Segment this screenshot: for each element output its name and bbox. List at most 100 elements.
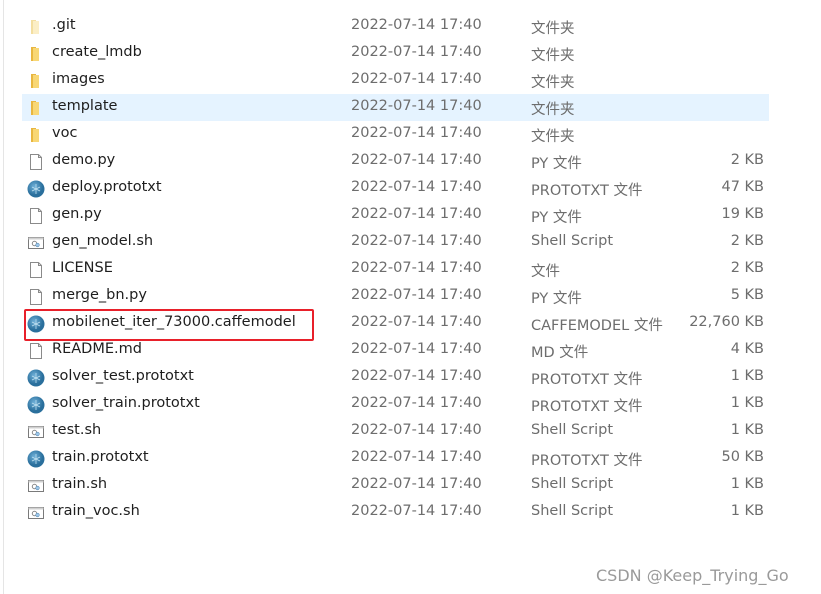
file-row[interactable]: deploy.prototxt 2022-07-14 17:40 PROTOTXT …: [22, 175, 769, 202]
file-name: images: [52, 71, 105, 87]
file-date: 2022-07-14 17:40: [351, 503, 482, 519]
folder-icon: [27, 72, 45, 90]
file-date: 2022-07-14 17:40: [351, 476, 482, 492]
file-type: 文件夹: [531, 129, 575, 145]
file-date: 2022-07-14 17:40: [351, 341, 482, 357]
file-type: 文件: [531, 264, 560, 280]
file-type: Shell Script: [531, 476, 614, 492]
file-row[interactable]: images 2022-07-14 17:40 文件夹: [22, 67, 769, 94]
file-date: 2022-07-14 17:40: [351, 260, 482, 276]
file-type: PROTOTXT 文件: [531, 183, 643, 199]
file-date: 2022-07-14 17:40: [351, 71, 482, 87]
file-size: 47 KB: [721, 179, 764, 195]
file-type: PY 文件: [531, 210, 582, 226]
file-date: 2022-07-14 17:40: [351, 314, 482, 330]
file-row[interactable]: test.sh 2022-07-14 17:40 Shell Script 1 KB: [22, 418, 769, 445]
file-name: merge_bn.py: [52, 287, 147, 303]
file-date: 2022-07-14 17:40: [351, 233, 482, 249]
highlight-box: [24, 309, 314, 341]
file-type: 文件夹: [531, 48, 575, 64]
file-name: gen_model.sh: [52, 233, 154, 249]
file-list: .git 2022-07-14 17:40 文件夹 create_lmdb 2022-0…: [22, 13, 769, 526]
file-name: README.md: [52, 341, 142, 357]
file-name: voc: [52, 125, 78, 141]
file-date: 2022-07-14 17:40: [351, 44, 482, 60]
file-row[interactable]: create_lmdb 2022-07-14 17:40 文件夹: [22, 40, 769, 67]
script-icon: [27, 423, 45, 441]
file-size: 2 KB: [730, 260, 764, 276]
file-date: 2022-07-14 17:40: [351, 152, 482, 168]
file-date: 2022-07-14 17:40: [351, 287, 482, 303]
file-row[interactable]: train.prototxt 2022-07-14 17:40 PROTOTXT 文…: [22, 445, 769, 472]
file-date: 2022-07-14 17:40: [351, 422, 482, 438]
file-size: 2 KB: [730, 152, 764, 168]
file-row[interactable]: solver_test.prototxt 2022-07-14 17:40 PROT…: [22, 364, 769, 391]
file-icon: [27, 153, 45, 171]
file-row[interactable]: template 2022-07-14 17:40 文件夹: [22, 94, 769, 121]
file-row[interactable]: gen.py 2022-07-14 17:40 PY 文件 19 KB: [22, 202, 769, 229]
file-type: 文件夹: [531, 102, 575, 118]
file-date: 2022-07-14 17:40: [351, 98, 482, 114]
file-date: 2022-07-14 17:40: [351, 368, 482, 384]
file-row[interactable]: demo.py 2022-07-14 17:40 PY 文件 2 KB: [22, 148, 769, 175]
file-type: PROTOTXT 文件: [531, 399, 643, 415]
file-name: solver_train.prototxt: [52, 395, 200, 411]
folder-icon: [27, 45, 45, 63]
folder-icon: [27, 126, 45, 144]
window-edge: [3, 0, 4, 594]
file-row[interactable]: train.sh 2022-07-14 17:40 Shell Script 1 KB: [22, 472, 769, 499]
folder-icon: [27, 99, 45, 117]
file-name: test.sh: [52, 422, 102, 438]
file-size: 1 KB: [730, 422, 764, 438]
file-name: LICENSE: [52, 260, 113, 276]
file-name: .git: [52, 17, 76, 33]
file-type: CAFFEMODEL 文件: [531, 318, 663, 334]
file-size: 2 KB: [730, 233, 764, 249]
file-type: PROTOTXT 文件: [531, 453, 643, 469]
file-name: train.sh: [52, 476, 108, 492]
file-row[interactable]: voc 2022-07-14 17:40 文件夹: [22, 121, 769, 148]
file-date: 2022-07-14 17:40: [351, 395, 482, 411]
file-type: Shell Script: [531, 422, 614, 438]
folder-light-icon: [27, 18, 45, 36]
file-name: demo.py: [52, 152, 116, 168]
file-type: 文件夹: [531, 21, 575, 37]
file-size: 19 KB: [721, 206, 764, 222]
file-size: 22,760 KB: [689, 314, 764, 330]
file-size: 1 KB: [730, 368, 764, 384]
file-row[interactable]: train_voc.sh 2022-07-14 17:40 Shell Script…: [22, 499, 769, 526]
file-size: 1 KB: [730, 503, 764, 519]
file-size: 5 KB: [730, 287, 764, 303]
file-type: 文件夹: [531, 75, 575, 91]
file-row[interactable]: solver_train.prototxt 2022-07-14 17:40 PRO…: [22, 391, 769, 418]
file-size: 4 KB: [730, 341, 764, 357]
script-icon: [27, 477, 45, 495]
file-icon: [27, 342, 45, 360]
globe-file-icon: [27, 396, 45, 414]
globe-file-icon: [27, 369, 45, 387]
globe-file-icon: [27, 180, 45, 198]
file-row[interactable]: merge_bn.py 2022-07-14 17:40 PY 文件 5 KB: [22, 283, 769, 310]
file-icon: [27, 288, 45, 306]
file-date: 2022-07-14 17:40: [351, 179, 482, 195]
script-icon: [27, 234, 45, 252]
file-name: create_lmdb: [52, 44, 142, 60]
file-date: 2022-07-14 17:40: [351, 125, 482, 141]
file-icon: [27, 207, 45, 225]
file-icon: [27, 261, 45, 279]
file-size: 1 KB: [730, 476, 764, 492]
watermark: CSDN @Keep_Trying_Go: [596, 566, 789, 585]
file-name: gen.py: [52, 206, 102, 222]
file-type: MD 文件: [531, 345, 589, 361]
file-name: train_voc.sh: [52, 503, 140, 519]
file-type: PY 文件: [531, 291, 582, 307]
file-row[interactable]: LICENSE 2022-07-14 17:40 文件 2 KB: [22, 256, 769, 283]
file-type: PY 文件: [531, 156, 582, 172]
globe-file-icon: [27, 450, 45, 468]
file-row[interactable]: .git 2022-07-14 17:40 文件夹: [22, 13, 769, 40]
file-type: Shell Script: [531, 233, 614, 249]
file-row[interactable]: gen_model.sh 2022-07-14 17:40 Shell Script…: [22, 229, 769, 256]
file-row[interactable]: README.md 2022-07-14 17:40 MD 文件 4 KB: [22, 337, 769, 364]
file-type: PROTOTXT 文件: [531, 372, 643, 388]
file-size: 50 KB: [721, 449, 764, 465]
